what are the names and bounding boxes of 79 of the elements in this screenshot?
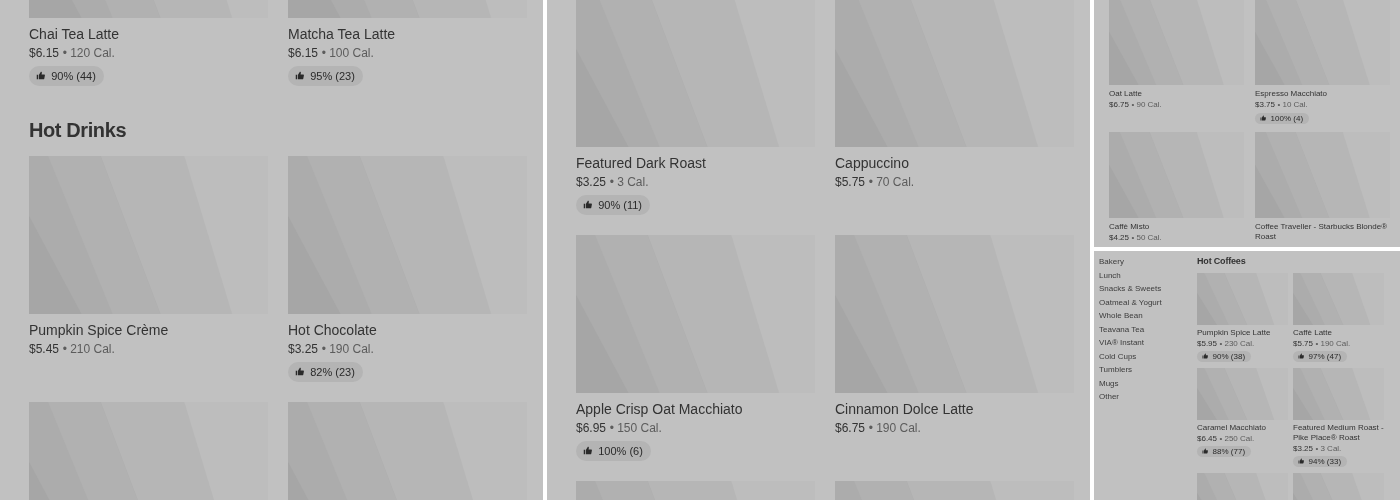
dish-name: Hot Chocolate xyxy=(288,321,378,340)
calories-text: • 150 Cal. xyxy=(609,420,662,437)
price-text: $6.75 xyxy=(1109,100,1130,111)
price-text: $3.25 xyxy=(576,175,607,191)
category-link[interactable]: Teavana Tea xyxy=(1099,324,1197,335)
price-text: $3.75 xyxy=(1255,100,1276,111)
thumbs-up-icon xyxy=(1259,115,1266,122)
thumbs-up-icon xyxy=(294,367,304,376)
price-text: $5.45 xyxy=(29,341,60,358)
category-link[interactable]: VIA® Instant xyxy=(1099,338,1197,348)
dish-name: Matcha Tea Latte xyxy=(288,26,397,44)
rating-text: 90% (44) xyxy=(51,69,96,82)
dish-name: Caffè Latte xyxy=(1293,327,1333,338)
dish-name: Oat Latte xyxy=(1109,89,1143,99)
thumbs-up-icon xyxy=(1201,448,1208,455)
rating-text: 100% (4) xyxy=(1270,113,1304,123)
thumbs-up-icon xyxy=(35,71,45,81)
thumbs-up-icon xyxy=(294,71,304,81)
calories-text: • 10 Cal. xyxy=(1277,100,1308,111)
calories-text: • 3 Cal. xyxy=(609,175,649,191)
thumbs-up-icon xyxy=(1297,353,1304,360)
rating-text: 95% (23) xyxy=(310,69,355,82)
rating-text: 82% (23) xyxy=(310,365,355,378)
calories-text: • 190 Cal. xyxy=(1315,338,1351,350)
rating-text: 88% (77) xyxy=(1212,446,1246,456)
category-link[interactable]: Mugs xyxy=(1099,378,1197,389)
price-text: $6.75 xyxy=(835,420,866,437)
section-heading: Hot Coffees xyxy=(1197,256,1247,267)
dish-name: Pumpkin Spice Latte xyxy=(1197,327,1272,338)
calories-text: • 100 Cal. xyxy=(321,46,374,62)
rating-text: 97% (47) xyxy=(1308,351,1342,361)
category-link[interactable]: Snacks & Sweets xyxy=(1099,284,1197,294)
dish-name: Cinnamon Dolce Latte xyxy=(835,400,975,419)
rating-text: 90% (11) xyxy=(598,198,642,211)
calories-text: • 50 Cal. xyxy=(1131,233,1162,244)
rating-text: 90% (38) xyxy=(1212,351,1246,361)
rating-text: 100% (6) xyxy=(598,444,643,457)
category-link[interactable]: Bakery xyxy=(1099,257,1197,267)
price-text: $5.75 xyxy=(835,175,866,191)
category-link[interactable]: Cold Cups xyxy=(1099,351,1197,362)
category-link[interactable]: Other xyxy=(1099,392,1197,402)
dish-name: Pumpkin Spice Crème xyxy=(29,321,170,340)
dish-name: Featured Medium Roast - Pike Place® Roast xyxy=(1293,422,1384,443)
category-link[interactable]: Oatmeal & Yogurt xyxy=(1099,297,1197,308)
price-text: $3.25 xyxy=(1293,443,1314,455)
category-link[interactable]: Lunch xyxy=(1099,270,1197,281)
dish-name: Caramel Macchiato xyxy=(1197,422,1267,433)
calories-text: • 190 Cal. xyxy=(868,420,921,437)
price-text: $6.15 xyxy=(29,46,60,62)
calories-text: • 90 Cal. xyxy=(1131,100,1162,111)
price-text: $5.95 xyxy=(1197,338,1218,350)
calories-text: • 250 Cal. xyxy=(1219,433,1255,445)
thumbs-up-icon xyxy=(582,446,592,455)
thumbs-up-icon xyxy=(1297,458,1304,465)
price-text: $6.15 xyxy=(288,46,319,62)
dish-name: Coffee Traveller - Starbucks Blonde® Roast xyxy=(1255,221,1389,242)
calories-text: • 190 Cal. xyxy=(321,341,374,358)
section-heading: Hot Drinks xyxy=(29,117,128,142)
calories-text: • 70 Cal. xyxy=(868,175,915,191)
category-link[interactable]: Whole Bean xyxy=(1099,311,1197,321)
rating-text: 94% (33) xyxy=(1308,456,1342,466)
dish-name: Apple Crisp Oat Macchiato xyxy=(576,400,744,419)
calories-text: • 210 Cal. xyxy=(62,341,115,358)
dish-name: Cappuccino xyxy=(835,155,910,173)
category-link[interactable]: Tumblers xyxy=(1099,365,1197,375)
price-text: $5.75 xyxy=(1293,338,1314,350)
dish-name: Chai Tea Latte xyxy=(29,26,121,44)
calories-text: • 3 Cal. xyxy=(1315,443,1342,455)
price-text: $6.45 xyxy=(1197,433,1218,445)
dish-name: Espresso Macchiato xyxy=(1255,89,1329,99)
thumbs-up-icon xyxy=(1201,353,1208,360)
thumbs-up-icon xyxy=(582,200,592,210)
dish-name: Caffè Misto xyxy=(1109,221,1151,232)
price-text: $6.95 xyxy=(576,420,607,437)
calories-text: • 230 Cal. xyxy=(1219,338,1255,350)
price-text: $4.25 xyxy=(1109,233,1130,244)
dish-name: Featured Dark Roast xyxy=(576,155,707,173)
calories-text: • 120 Cal. xyxy=(62,46,115,62)
price-text: $3.25 xyxy=(288,341,319,358)
